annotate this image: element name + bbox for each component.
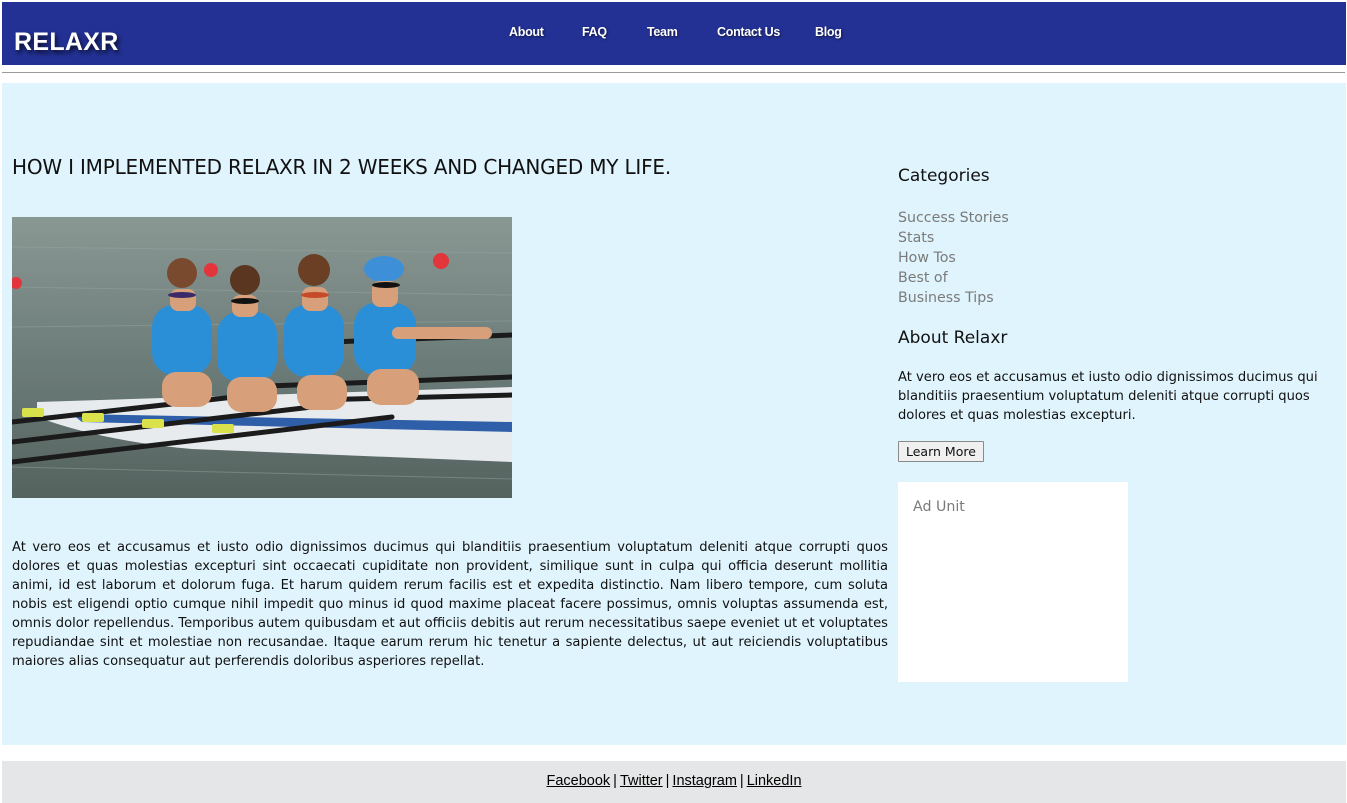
nav-link-faq[interactable]: FAQ	[582, 25, 607, 39]
footer-link-twitter[interactable]: Twitter	[620, 773, 663, 789]
site-header: RELAXR About FAQ Team Contact Us Blog	[2, 2, 1346, 65]
category-link-success-stories[interactable]: Success Stories	[898, 208, 1009, 228]
post-hero-image	[12, 217, 512, 498]
categories-list: Success Stories Stats How Tos Best of Bu…	[898, 208, 1009, 308]
category-link-how-tos[interactable]: How Tos	[898, 248, 1009, 268]
header-divider	[2, 72, 1345, 73]
category-link-best-of[interactable]: Best of	[898, 268, 1009, 288]
nav-link-about[interactable]: About	[509, 25, 544, 39]
categories-heading: Categories	[898, 166, 990, 186]
nav-link-contact-us[interactable]: Contact Us	[717, 25, 780, 39]
category-link-stats[interactable]: Stats	[898, 228, 1009, 248]
nav-link-blog[interactable]: Blog	[815, 25, 842, 39]
main-nav: About FAQ Team Contact Us Blog	[2, 25, 1346, 43]
main-content: HOW I IMPLEMENTED RELAXR IN 2 WEEKS AND …	[2, 83, 1346, 745]
category-link-business-tips[interactable]: Business Tips	[898, 288, 1009, 308]
about-text: At vero eos et accusamus et iusto odio d…	[898, 370, 1318, 423]
post-body: At vero eos et accusamus et iusto odio d…	[12, 540, 888, 669]
footer-link-facebook[interactable]: Facebook	[546, 773, 610, 789]
learn-more-button[interactable]: Learn More	[898, 441, 984, 462]
footer-separator: |	[665, 773, 670, 789]
footer-separator: |	[613, 773, 617, 789]
post-title: HOW I IMPLEMENTED RELAXR IN 2 WEEKS AND …	[12, 155, 672, 179]
footer-separator: |	[739, 773, 744, 789]
footer-link-instagram[interactable]: Instagram	[672, 773, 736, 789]
footer-link-linkedin[interactable]: LinkedIn	[747, 773, 802, 789]
ad-unit[interactable]: Ad Unit	[898, 482, 1128, 682]
about-heading: About Relaxr	[898, 328, 1008, 348]
site-footer: Facebook | Twitter | Instagram | LinkedIn	[2, 761, 1346, 803]
ad-unit-label: Ad Unit	[913, 499, 965, 515]
nav-link-team[interactable]: Team	[647, 25, 678, 39]
